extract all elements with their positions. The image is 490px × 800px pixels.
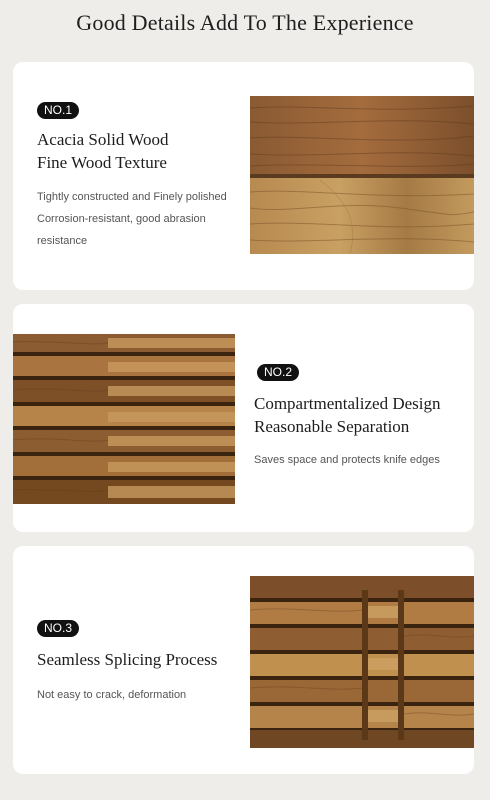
section-1-description: Tightly constructed and Finely polished … [37,186,227,252]
badge-no3: NO.3 [37,620,80,637]
feature-card-2: NO.2 Compartmentalized Design Reasonable… [13,304,474,532]
section-1-heading-line1: Acacia Solid Wood [37,130,169,149]
section-1-heading-line2: Fine Wood Texture [37,153,167,172]
compartment-slots-image [13,332,235,506]
section-2-heading: Compartmentalized Design Reasonable Sepa… [254,392,440,438]
section-1-desc-line1: Tightly constructed and Finely polished [37,191,227,203]
section-2-heading-line1: Compartmentalized Design [254,394,441,413]
section-3-description: Not easy to crack, deformation [37,684,186,706]
wood-texture-image [250,96,474,254]
section-3-heading-line1: Seamless Splicing Process [37,650,218,669]
section-1-heading: Acacia Solid Wood Fine Wood Texture [37,128,168,174]
section-2-desc-line1: Saves space and protects knife edges [254,454,440,466]
badge-no2: NO.2 [257,364,300,381]
badge-no1: NO.1 [37,102,80,119]
section-1-desc-line2: Corrosion-resistant, good abrasion [37,213,206,225]
splicing-joint-image [250,576,474,748]
section-3-heading: Seamless Splicing Process [37,648,217,671]
section-3-desc-line1: Not easy to crack, deformation [37,689,187,701]
feature-card-3: NO.3 Seamless Splicing Process Not easy … [13,546,474,774]
section-2-description: Saves space and protects knife edges [254,449,440,471]
feature-card-1: NO.1 Acacia Solid Wood Fine Wood Texture… [13,62,474,290]
section-2-heading-line2: Reasonable Separation [254,417,410,436]
page-title: Good Details Add To The Experience [76,10,414,35]
section-1-desc-line3: resistance [37,235,88,247]
